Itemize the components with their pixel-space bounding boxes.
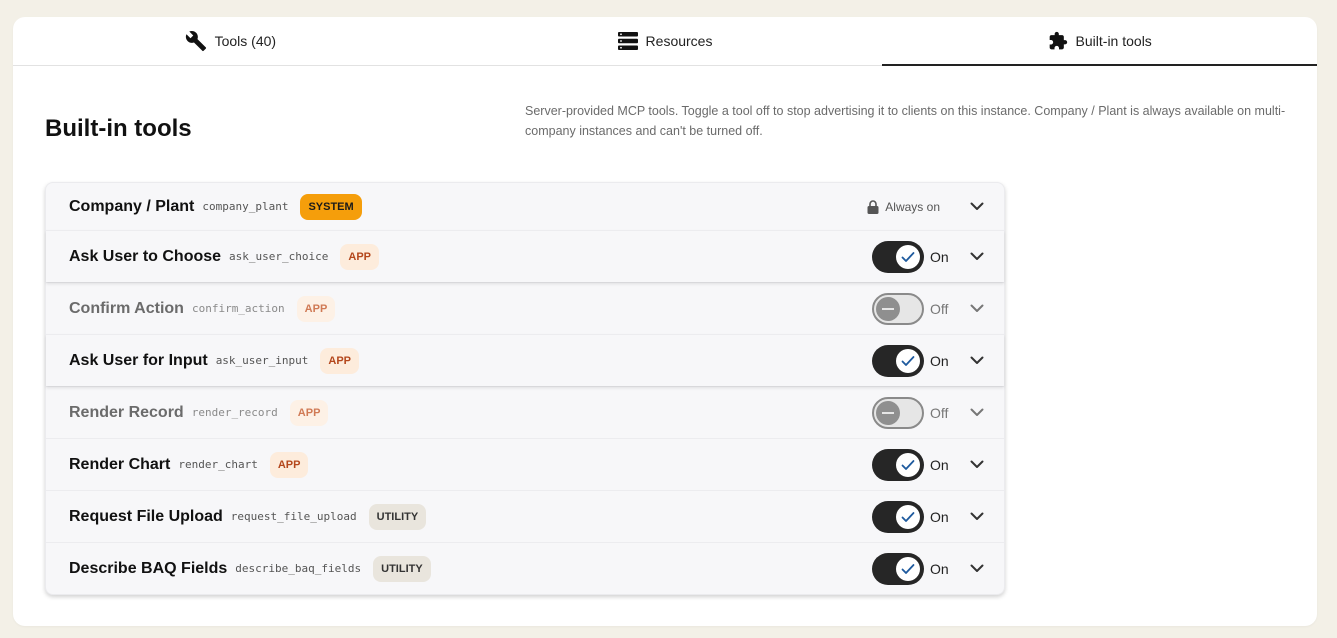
app-badge: APP — [269, 451, 309, 478]
always-on-indicator: Always on — [867, 200, 940, 214]
toggle-state-label: On — [930, 352, 949, 369]
toggle-state-label: On — [930, 248, 949, 265]
built-in-tools-list: Company / Plant company_plant SYSTEM Alw… — [45, 182, 1005, 595]
chevron-down-icon[interactable] — [970, 408, 984, 417]
tool-name: Company / Plant — [69, 197, 195, 215]
check-icon — [896, 452, 920, 477]
enable-toggle[interactable] — [872, 500, 924, 533]
app-badge: APP — [296, 295, 336, 322]
tool-name: Request File Upload — [69, 507, 223, 525]
check-icon — [896, 556, 920, 581]
toggle-state-label: Off — [930, 300, 949, 317]
toggle-state-label: On — [930, 456, 949, 473]
check-icon — [896, 504, 920, 529]
tool-code: request_file_upload — [230, 510, 357, 523]
tool-row-confirm-action: Confirm Action confirm_action APP Off — [46, 282, 1004, 334]
tool-code: render_chart — [178, 458, 258, 471]
app-badge: APP — [340, 243, 380, 270]
tool-code: ask_user_choice — [229, 250, 329, 263]
chevron-down-icon[interactable] — [970, 564, 984, 573]
enable-toggle[interactable] — [872, 292, 924, 325]
check-icon — [896, 244, 920, 269]
system-badge: SYSTEM — [300, 193, 362, 220]
main-card: Tools (40) Resources Built-in tools Buil… — [13, 17, 1317, 626]
tool-row-request-file-upload: Request File Upload request_file_upload … — [46, 490, 1004, 542]
tool-name: Render Chart — [69, 455, 171, 473]
tool-name: Ask User for Input — [69, 351, 208, 369]
utility-badge: UTILITY — [368, 503, 427, 530]
tool-name: Render Record — [69, 403, 184, 421]
tool-name: Confirm Action — [69, 299, 184, 317]
tool-row-render-record: Render Record render_record APP Off — [46, 386, 1004, 438]
tool-code: confirm_action — [191, 302, 285, 315]
chevron-down-icon[interactable] — [970, 202, 984, 211]
tool-code: company_plant — [202, 200, 289, 213]
enable-toggle[interactable] — [872, 396, 924, 429]
toggle-state-label: Off — [930, 404, 949, 421]
tool-row-render-chart: Render Chart render_chart APP On — [46, 438, 1004, 490]
tab-tools[interactable]: Tools (40) — [13, 17, 448, 65]
tool-name: Ask User to Choose — [69, 247, 222, 265]
minus-icon — [876, 400, 900, 425]
tool-code: describe_baq_fields — [235, 562, 362, 575]
tab-resources-label: Resources — [645, 33, 713, 49]
utility-badge: UTILITY — [373, 555, 431, 582]
page-title: Built-in tools — [45, 115, 192, 142]
tool-code: render_record — [191, 406, 278, 419]
tab-bar: Tools (40) Resources Built-in tools — [13, 17, 1317, 66]
app-badge: APP — [320, 347, 360, 374]
tool-row-ask-user-choice: Ask User to Choose ask_user_choice APP O… — [46, 230, 1004, 282]
tool-row-ask-user-input: Ask User for Input ask_user_input APP On — [46, 334, 1004, 386]
check-icon — [896, 348, 920, 373]
lock-icon — [867, 199, 879, 214]
enable-toggle[interactable] — [872, 344, 924, 377]
puzzle-icon — [1049, 31, 1067, 50]
toggle-state-label: On — [930, 560, 949, 577]
minus-icon — [876, 296, 900, 321]
tab-resources[interactable]: Resources — [448, 17, 883, 65]
tab-built-in-tools[interactable]: Built-in tools — [882, 17, 1317, 66]
tab-tools-label: Tools (40) — [214, 33, 277, 49]
wrench-icon — [185, 31, 206, 52]
chevron-down-icon[interactable] — [970, 460, 984, 469]
enable-toggle[interactable] — [872, 552, 924, 585]
chevron-down-icon[interactable] — [970, 512, 984, 521]
page-description: Server-provided MCP tools. Toggle a tool… — [525, 104, 1286, 138]
toggle-state-label: On — [930, 508, 949, 525]
app-badge: APP — [289, 399, 329, 426]
enable-toggle[interactable] — [872, 448, 924, 481]
chevron-down-icon[interactable] — [970, 252, 984, 261]
chevron-down-icon[interactable] — [970, 356, 984, 365]
tool-row-company-plant: Company / Plant company_plant SYSTEM Alw… — [46, 183, 1004, 230]
tool-row-describe-baq-fields: Describe BAQ Fields describe_baq_fields … — [46, 542, 1004, 594]
tool-code: ask_user_input — [215, 354, 309, 367]
tool-name: Describe BAQ Fields — [69, 559, 228, 577]
tab-built-in-tools-label: Built-in tools — [1075, 33, 1152, 49]
enable-toggle[interactable] — [872, 240, 924, 273]
chevron-down-icon[interactable] — [970, 304, 984, 313]
always-on-label: Always on — [885, 199, 940, 214]
server-icon — [617, 32, 638, 50]
